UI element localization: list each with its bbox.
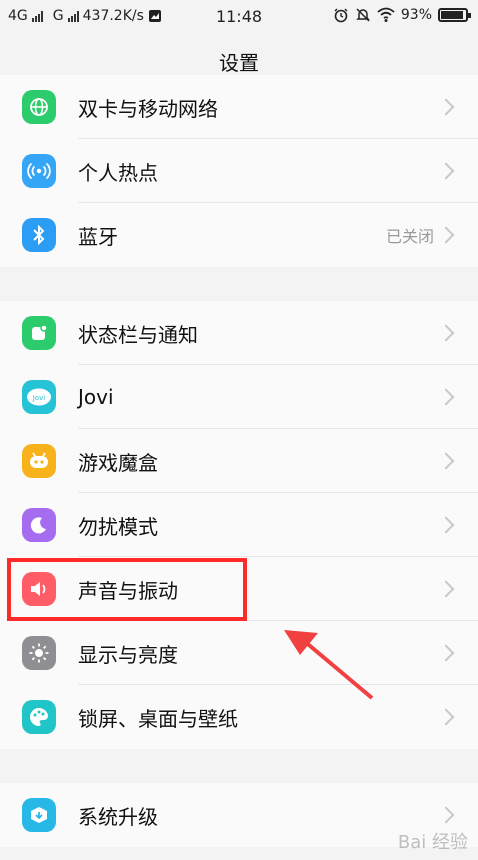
red-arrow-icon (284, 630, 374, 700)
watermark: Bai 经验 (397, 832, 468, 853)
